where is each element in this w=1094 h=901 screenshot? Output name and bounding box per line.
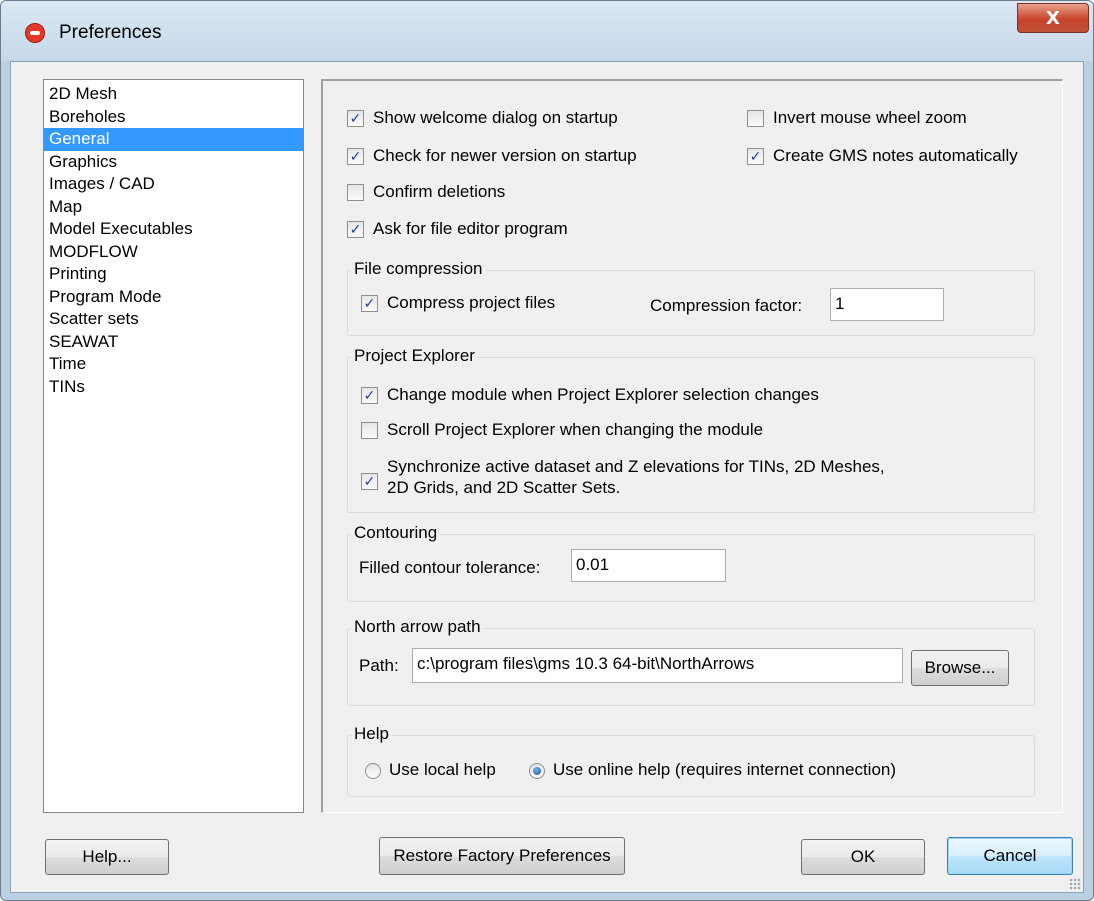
category-item[interactable]: Printing: [44, 263, 303, 286]
checkmark-icon: ✓: [363, 473, 376, 489]
contour-tolerance-input[interactable]: 0.01: [571, 549, 726, 582]
checkmark-icon: ✓: [349, 221, 362, 237]
confirm-deletions-checkbox[interactable]: [347, 184, 364, 201]
resize-grip-icon[interactable]: [1069, 878, 1081, 890]
preferences-dialog: Preferences X 2D Mesh Boreholes General Gra…: [0, 0, 1094, 901]
category-item[interactable]: MODFLOW: [44, 241, 303, 264]
contouring-title: Contouring: [351, 523, 441, 543]
ask-editor-checkbox[interactable]: ✓: [347, 221, 364, 238]
dialog-body: 2D Mesh Boreholes General Graphics Images / …: [10, 61, 1084, 893]
checkmark-icon: ✓: [749, 148, 762, 164]
contour-tolerance-label: Filled contour tolerance:: [359, 558, 541, 577]
category-item[interactable]: TINs: [44, 376, 303, 399]
checkmark-icon: ✓: [349, 110, 362, 126]
window-title: Preferences: [59, 22, 162, 43]
local-help-radio[interactable]: [365, 763, 381, 779]
invert-wheel-checkbox[interactable]: [747, 110, 764, 127]
confirm-deletions-label[interactable]: Confirm deletions: [373, 182, 505, 202]
north-arrow-title: North arrow path: [351, 617, 484, 637]
category-item[interactable]: Program Mode: [44, 286, 303, 309]
browse-button[interactable]: Browse...: [911, 650, 1009, 686]
close-icon: X: [1046, 7, 1060, 29]
check-newer-label[interactable]: Check for newer version on startup: [373, 146, 637, 166]
checkmark-icon: ✓: [363, 295, 376, 311]
general-settings-panel: ✓ Show welcome dialog on startup Invert …: [321, 79, 1063, 813]
north-arrow-path-input[interactable]: c:\program files\gms 10.3 64-bit\NorthAr…: [412, 648, 903, 683]
category-item[interactable]: SEAWAT: [44, 331, 303, 354]
compress-files-label[interactable]: Compress project files: [387, 293, 555, 313]
synchronize-checkbox[interactable]: ✓: [361, 473, 378, 490]
category-item[interactable]: Model Executables: [44, 218, 303, 241]
cancel-button[interactable]: Cancel: [947, 837, 1073, 875]
synchronize-label[interactable]: Synchronize active dataset and Z elevati…: [387, 456, 885, 498]
local-help-label[interactable]: Use local help: [389, 760, 496, 780]
category-item[interactable]: Boreholes: [44, 106, 303, 129]
help-group-title: Help: [351, 724, 392, 744]
close-button[interactable]: X: [1017, 3, 1089, 33]
category-item[interactable]: Graphics: [44, 151, 303, 174]
category-item[interactable]: General: [44, 128, 303, 151]
online-help-label[interactable]: Use online help (requires internet conne…: [553, 760, 896, 780]
category-item[interactable]: Images / CAD: [44, 173, 303, 196]
compression-factor-label: Compression factor:: [650, 296, 803, 315]
compress-files-checkbox[interactable]: ✓: [361, 295, 378, 312]
checkmark-icon: ✓: [349, 148, 362, 164]
change-module-checkbox[interactable]: ✓: [361, 387, 378, 404]
category-item[interactable]: Map: [44, 196, 303, 219]
category-item[interactable]: Time: [44, 353, 303, 376]
change-module-label[interactable]: Change module when Project Explorer sele…: [387, 385, 819, 405]
invert-wheel-label[interactable]: Invert mouse wheel zoom: [773, 108, 967, 128]
category-item[interactable]: Scatter sets: [44, 308, 303, 331]
show-welcome-checkbox[interactable]: ✓: [347, 110, 364, 127]
category-list[interactable]: 2D Mesh Boreholes General Graphics Images / …: [43, 79, 304, 813]
project-explorer-title: Project Explorer: [351, 346, 478, 366]
scroll-explorer-label[interactable]: Scroll Project Explorer when changing th…: [387, 420, 763, 440]
synchronize-label-line2: 2D Grids, and 2D Scatter Sets.: [387, 478, 621, 497]
checkmark-icon: ✓: [363, 387, 376, 403]
online-help-radio[interactable]: [529, 763, 545, 779]
ask-editor-label[interactable]: Ask for file editor program: [373, 219, 568, 239]
title-bar[interactable]: Preferences X: [1, 1, 1093, 61]
synchronize-label-line1: Synchronize active dataset and Z elevati…: [387, 457, 885, 476]
ok-button[interactable]: OK: [801, 839, 925, 875]
scroll-explorer-checkbox[interactable]: [361, 422, 378, 439]
create-notes-label[interactable]: Create GMS notes automatically: [773, 146, 1018, 166]
check-newer-checkbox[interactable]: ✓: [347, 148, 364, 165]
file-compression-title: File compression: [351, 259, 486, 279]
gms-app-icon: [25, 23, 45, 43]
create-notes-checkbox[interactable]: ✓: [747, 148, 764, 165]
compression-factor-input[interactable]: 1: [830, 288, 944, 321]
category-item[interactable]: 2D Mesh: [44, 83, 303, 106]
show-welcome-label[interactable]: Show welcome dialog on startup: [373, 108, 618, 128]
help-button[interactable]: Help...: [45, 839, 169, 875]
path-label: Path:: [359, 656, 399, 675]
restore-defaults-button[interactable]: Restore Factory Preferences: [379, 837, 625, 875]
